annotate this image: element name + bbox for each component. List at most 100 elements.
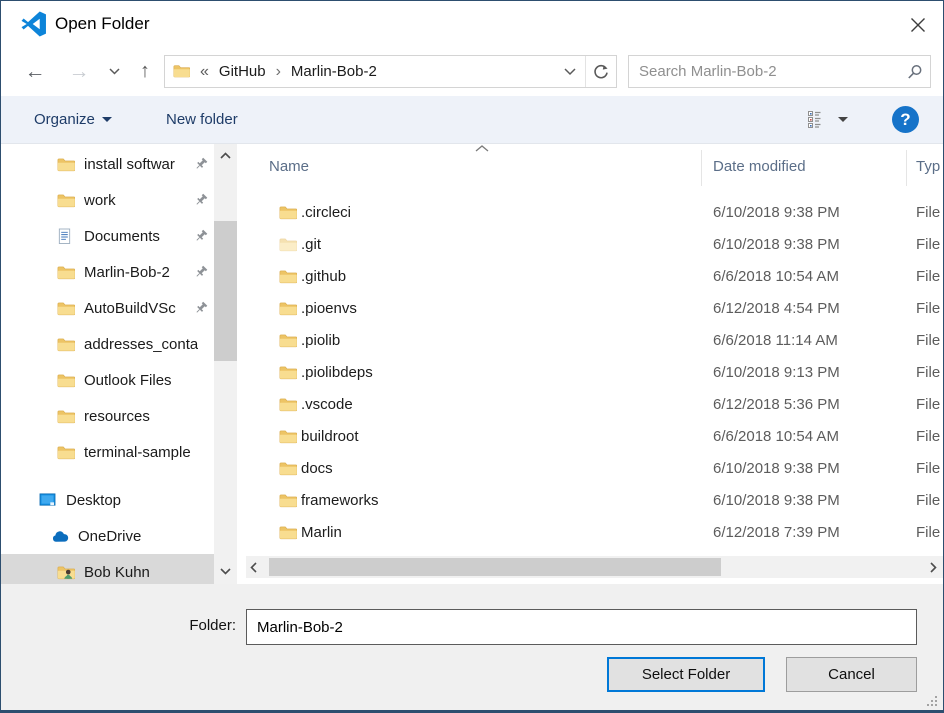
window-title: Open Folder — [55, 1, 150, 47]
up-icon[interactable]: ↑ — [131, 47, 159, 96]
sidebar-item-desktop[interactable]: Desktop — [1, 482, 214, 518]
folder-icon — [279, 301, 297, 317]
scroll-down-icon[interactable] — [214, 562, 237, 580]
file-row-docs[interactable]: docs 6/10/2018 9:38 PM File — [246, 454, 943, 486]
command-toolbar: Organize New folder — [1, 96, 943, 144]
sidebar-item-marlin-bob-2[interactable]: Marlin-Bob-2 — [1, 254, 214, 290]
forward-icon[interactable]: → — [65, 47, 93, 96]
sidebar-item-install-softwar[interactable]: install softwar — [1, 146, 214, 182]
address-dropdown-icon[interactable] — [555, 56, 585, 87]
breadcrumb-overflow[interactable]: « — [200, 63, 209, 81]
folder-icon — [279, 525, 297, 541]
scroll-right-icon[interactable] — [930, 556, 937, 578]
file-row-vscode[interactable]: .vscode 6/12/2018 5:36 PM File — [246, 390, 943, 422]
scroll-left-icon[interactable] — [250, 556, 257, 578]
folder-icon — [173, 64, 190, 79]
sidebar-item-outlook-files[interactable]: Outlook Files — [1, 362, 214, 398]
folder-icon — [57, 372, 77, 389]
file-row-piolib[interactable]: .piolib 6/6/2018 11:14 AM File — [246, 326, 943, 358]
search-box — [628, 55, 931, 88]
breadcrumb-item-marlin-bob-2[interactable]: Marlin-Bob-2 — [291, 63, 377, 80]
folder-icon — [57, 444, 77, 461]
history-chevron-icon[interactable] — [103, 47, 125, 96]
select-folder-button[interactable]: Select Folder — [607, 657, 765, 692]
navigation-bar: ← → ↑ « GitHub › Marlin-Bob-2 — [1, 47, 943, 96]
chevron-down-icon — [102, 117, 112, 122]
column-headers: Name Date modified Typ — [246, 144, 943, 198]
breadcrumb-item-github[interactable]: GitHub — [219, 63, 266, 80]
folder-icon — [279, 269, 297, 285]
file-row-github[interactable]: .github 6/6/2018 10:54 AM File — [246, 262, 943, 294]
sidebar-item-autobuildvsc[interactable]: AutoBuildVSc — [1, 290, 214, 326]
sidebar-item-work[interactable]: work — [1, 182, 214, 218]
view-dropdown-icon[interactable] — [838, 117, 848, 122]
refresh-icon[interactable] — [585, 56, 616, 87]
pin-icon — [194, 157, 208, 171]
file-rows: .circleci 6/10/2018 9:38 PM File .git 6/… — [246, 198, 943, 550]
folder-icon — [57, 336, 77, 353]
titlebar: Open Folder — [1, 1, 943, 47]
folder-icon — [279, 333, 297, 349]
folder-icon — [57, 192, 77, 209]
content-area: install softwar work — [1, 144, 943, 584]
organize-button[interactable]: Organize — [34, 96, 112, 143]
close-icon[interactable] — [905, 12, 931, 38]
user-folder-icon — [57, 564, 77, 581]
file-row-git[interactable]: .git 6/10/2018 9:38 PM File — [246, 230, 943, 262]
file-list: Name Date modified Typ .circleci 6/10/20… — [246, 144, 943, 584]
sidebar-item-resources[interactable]: resources — [1, 398, 214, 434]
help-button[interactable]: ? — [892, 106, 919, 133]
search-input[interactable] — [629, 63, 900, 80]
breadcrumb: GitHub › Marlin-Bob-2 — [209, 63, 377, 81]
scroll-up-icon[interactable] — [214, 146, 237, 164]
file-row-marlin[interactable]: Marlin 6/12/2018 7:39 PM File — [246, 518, 943, 550]
folder-icon — [279, 397, 297, 413]
column-header-type[interactable]: Typ — [916, 154, 940, 175]
new-folder-button[interactable]: New folder — [166, 96, 238, 143]
sidebar-item-onedrive[interactable]: OneDrive — [1, 518, 214, 554]
sidebar-scrollbar[interactable] — [214, 144, 237, 584]
folder-icon — [279, 429, 297, 445]
breadcrumb-separator-icon: › — [276, 63, 281, 80]
document-icon — [57, 228, 77, 245]
file-row-piolibdeps[interactable]: .piolibdeps 6/10/2018 9:13 PM File — [246, 358, 943, 390]
folder-icon — [57, 264, 77, 281]
pin-icon — [194, 229, 208, 243]
view-mode-icon[interactable] — [806, 110, 826, 130]
file-row-frameworks[interactable]: frameworks 6/10/2018 9:38 PM File — [246, 486, 943, 518]
folder-icon — [279, 461, 297, 477]
folder-icon — [279, 493, 297, 509]
pin-icon — [194, 265, 208, 279]
horizontal-scrollbar-thumb[interactable] — [269, 558, 721, 576]
pin-icon — [194, 193, 208, 207]
onedrive-icon — [51, 528, 71, 545]
pin-icon — [194, 301, 208, 315]
resize-grip[interactable] — [926, 695, 938, 707]
open-folder-dialog: Open Folder ← → ↑ « GitHub › Marlin-Bob-2 — [0, 0, 944, 713]
footer-panel: Folder: Select Folder Cancel — [1, 584, 943, 710]
back-icon[interactable]: ← — [21, 47, 49, 96]
file-row-buildroot[interactable]: buildroot 6/6/2018 10:54 AM File — [246, 422, 943, 454]
desktop-icon — [39, 492, 59, 509]
file-row-pioenvs[interactable]: .pioenvs 6/12/2018 4:54 PM File — [246, 294, 943, 326]
folder-label: Folder: — [151, 617, 236, 634]
sidebar-item-addresses-conta[interactable]: addresses_conta — [1, 326, 214, 362]
file-row-circleci[interactable]: .circleci 6/10/2018 9:38 PM File — [246, 198, 943, 230]
folder-name-input[interactable] — [246, 609, 917, 645]
column-header-name[interactable]: Name — [269, 154, 309, 175]
folder-icon — [279, 365, 297, 381]
sidebar-item-documents[interactable]: Documents — [1, 218, 214, 254]
navigation-pane: install softwar work — [1, 144, 214, 584]
folder-icon — [57, 156, 77, 173]
cancel-button[interactable]: Cancel — [786, 657, 917, 692]
folder-icon — [279, 237, 297, 253]
folder-icon — [57, 408, 77, 425]
sidebar-item-bob-kuhn[interactable]: Bob Kuhn — [1, 554, 214, 584]
vscode-logo-icon — [21, 11, 47, 37]
sidebar-scrollbar-thumb[interactable] — [214, 221, 237, 361]
sidebar-item-terminal-sample[interactable]: terminal-sample — [1, 434, 214, 470]
horizontal-scrollbar[interactable] — [246, 556, 943, 578]
column-header-date-modified[interactable]: Date modified — [713, 154, 806, 175]
address-bar[interactable]: « GitHub › Marlin-Bob-2 — [164, 55, 617, 88]
search-icon[interactable] — [900, 64, 930, 80]
